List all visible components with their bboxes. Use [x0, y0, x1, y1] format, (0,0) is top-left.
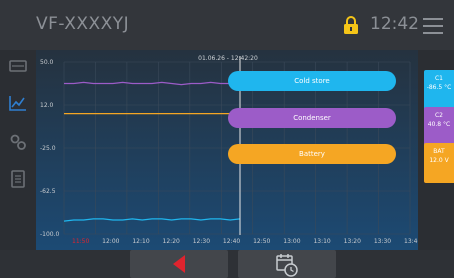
device-title: VF-XXXXYJ — [36, 14, 130, 34]
series-pill-condenser[interactable]: Condenser — [228, 108, 396, 128]
calendar-clock-icon — [276, 254, 298, 277]
y-tick-label: -25.0 — [40, 145, 56, 152]
y-tick-label: -62.5 — [40, 188, 56, 195]
legend-card[interactable]: C2 40.8 °C — [424, 107, 454, 147]
x-tick-label: 13:40 — [404, 238, 418, 245]
y-tick-label: -100.0 — [40, 231, 60, 238]
calendar-button[interactable] — [238, 250, 336, 278]
sidebar — [0, 50, 36, 278]
lock-icon[interactable] — [342, 16, 360, 34]
legend-card-label: C1 — [434, 75, 443, 82]
x-tick-label: 13:10 — [313, 238, 330, 245]
chart-icon[interactable] — [9, 94, 27, 112]
x-tick-label: 12:00 — [102, 238, 119, 245]
device-icon[interactable] — [9, 57, 27, 75]
legend-card-label: C2 — [434, 112, 443, 119]
clock-display: 12:42 — [370, 14, 419, 34]
series-pill-battery[interactable]: Battery — [228, 144, 396, 164]
x-tick-label: 13:00 — [283, 238, 300, 245]
legend-card-value: -86.5 °C — [426, 84, 452, 91]
hamburger-menu-icon[interactable] — [423, 18, 443, 34]
legend-card-label: BAT — [433, 148, 445, 155]
back-button[interactable] — [130, 250, 228, 278]
x-tick-label: 12:10 — [132, 238, 149, 245]
time-range-label: 01.06.26 - 12:42:20 — [198, 55, 258, 62]
x-tick-label: 13:30 — [374, 238, 391, 245]
legend-card[interactable]: BAT 12.0 V — [424, 143, 454, 183]
x-tick-label: 12:30 — [193, 238, 210, 245]
x-tick-label: 11:50 — [72, 238, 89, 245]
x-tick-label: 12:40 — [223, 238, 240, 245]
x-tick-label: 12:50 — [253, 238, 270, 245]
series-pill-cold-store[interactable]: Cold store — [228, 71, 396, 91]
back-arrow-icon — [173, 255, 185, 273]
settings-icon[interactable] — [9, 133, 27, 151]
document-icon[interactable] — [9, 170, 27, 188]
y-tick-label: 12.0 — [40, 102, 54, 109]
legend-card[interactable]: C1 -86.5 °C — [424, 70, 454, 110]
x-tick-label: 13:20 — [344, 238, 361, 245]
y-tick-label: 50.0 — [40, 59, 54, 66]
legend-card-value: 40.8 °C — [427, 121, 451, 128]
legend-card-value: 12.0 V — [429, 157, 449, 164]
x-tick-label: 12:20 — [163, 238, 180, 245]
